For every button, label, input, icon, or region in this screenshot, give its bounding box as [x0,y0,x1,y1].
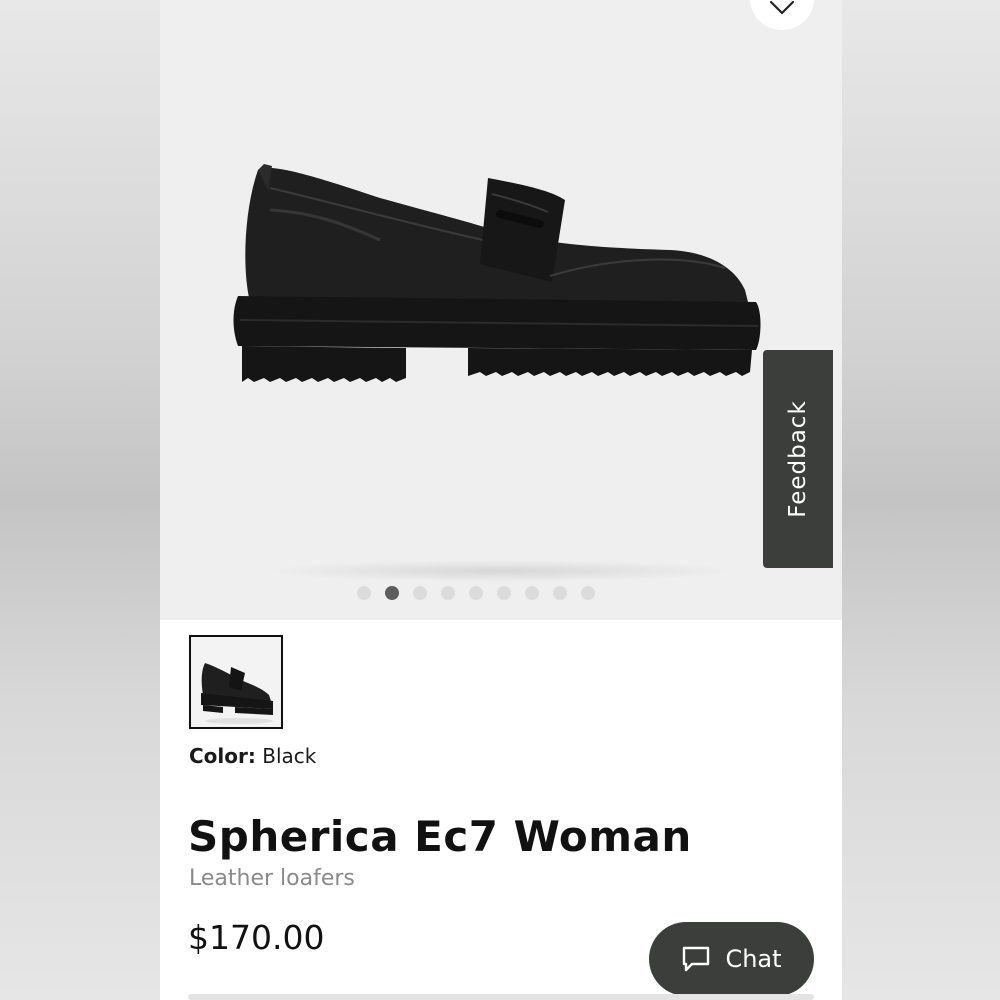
color-swatch-thumbnail[interactable] [189,635,283,729]
product-title: Spherica Ec7 Woman [188,812,692,861]
color-label: Color: [189,744,256,768]
carousel-pagination[interactable] [160,586,842,600]
carousel-dot[interactable] [497,586,511,600]
color-value: Black [262,744,317,768]
product-subtitle: Leather loafers [189,866,355,891]
heart-icon [769,0,795,15]
product-image-shadow [260,560,740,582]
product-price: $170.00 [188,918,325,957]
chat-bubble-icon [683,946,710,972]
divider [188,994,814,1000]
carousel-dot[interactable] [553,586,567,600]
carousel-dot[interactable] [525,586,539,600]
product-image [230,150,770,410]
carousel-dot[interactable] [581,586,595,600]
carousel-dot[interactable] [441,586,455,600]
wishlist-button[interactable] [750,0,814,30]
carousel-dot[interactable] [413,586,427,600]
product-page: Color: Black Spherica Ec7 Woman Leather … [160,0,842,1000]
feedback-label: Feedback [785,400,811,518]
chat-label: Chat [725,945,782,973]
carousel-dot[interactable] [385,586,399,600]
thumbnail-shoe-image [201,663,273,724]
blurred-background-left [0,0,160,1000]
selected-color: Color: Black [189,744,316,768]
feedback-tab[interactable]: Feedback [763,350,833,568]
product-image-carousel[interactable] [160,0,842,620]
carousel-dot[interactable] [357,586,371,600]
chat-button[interactable]: Chat [649,922,814,996]
blurred-background-right [842,0,1000,1000]
carousel-dot[interactable] [469,586,483,600]
